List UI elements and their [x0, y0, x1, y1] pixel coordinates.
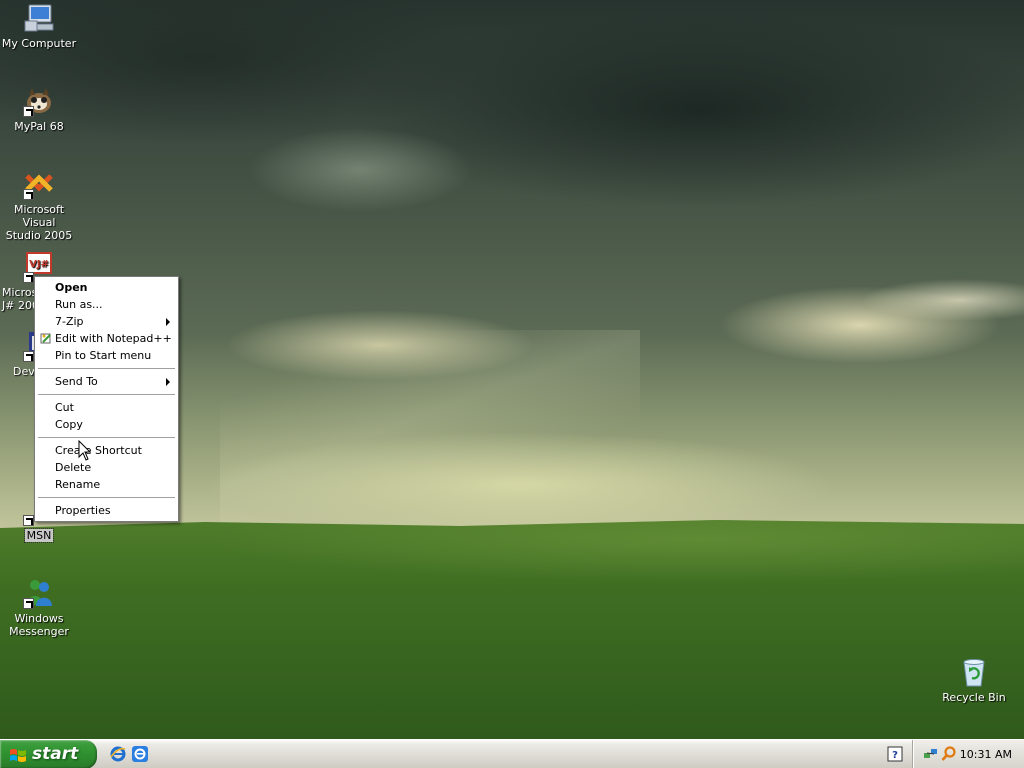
menu-separator: [38, 497, 175, 498]
desktop-icon-label-line1: Windows: [14, 612, 64, 625]
menu-item-pin-start[interactable]: Pin to Start menu: [37, 347, 176, 364]
menu-item-edit-notepadpp[interactable]: Edit with Notepad++: [37, 330, 176, 347]
mouse-cursor-icon: [78, 439, 92, 462]
menu-item-create-shortcut[interactable]: Create Shortcut: [37, 442, 176, 459]
mypal-icon: [23, 85, 55, 117]
windows-flag-icon: [9, 746, 27, 764]
menu-item-label: Send To: [55, 375, 98, 388]
desktop-icon-recycle-bin[interactable]: Recycle Bin: [934, 656, 1014, 704]
context-menu[interactable]: Open Run as... 7-Zip Edit with Notepad++…: [34, 276, 179, 522]
notepadpp-icon: [40, 332, 52, 344]
menu-item-label: Edit with Notepad++: [55, 332, 172, 345]
taskbar: start ? 10:31 AM: [0, 739, 1024, 768]
desktop-icon-label-line1: Microsoft Visual: [13, 203, 65, 229]
menu-separator: [38, 368, 175, 369]
desktop-icon-windows-messenger[interactable]: Windows Messenger: [0, 577, 79, 638]
system-tray: 10:31 AM: [912, 740, 1024, 768]
desktop[interactable]: My Computer MyPal 68 Microsoft Visual St…: [0, 0, 1024, 739]
desktop-icon-label: MSN: [23, 528, 55, 543]
windows-messenger-icon: [23, 577, 55, 609]
internet-explorer-icon[interactable]: [109, 745, 127, 763]
shortcut-arrow-icon: [23, 351, 34, 362]
my-computer-icon: [23, 2, 55, 34]
start-label: start: [32, 744, 79, 764]
svg-text:?: ?: [892, 750, 898, 761]
help-icon[interactable]: ?: [887, 746, 903, 762]
menu-item-send-to[interactable]: Send To: [37, 373, 176, 390]
desktop-icon-label: My Computer: [1, 37, 77, 50]
wallpaper-light-rays: [220, 330, 640, 530]
start-button[interactable]: start: [0, 740, 97, 768]
menu-item-cut[interactable]: Cut: [37, 399, 176, 416]
submenu-arrow-icon: [166, 318, 170, 326]
desktop-icon-label-line2: Studio 2005: [5, 229, 73, 242]
desktop-icon-label-line2: Messenger: [9, 625, 69, 638]
shortcut-arrow-icon: [23, 515, 34, 526]
desktop-icon-visual-studio[interactable]: Microsoft Visual Studio 2005: [0, 168, 79, 242]
desktop-icon-mypal[interactable]: MyPal 68: [0, 85, 79, 133]
menu-item-copy[interactable]: Copy: [37, 416, 176, 433]
shortcut-arrow-icon: [23, 106, 34, 117]
search-icon[interactable]: [941, 746, 957, 762]
menu-item-open[interactable]: Open: [37, 279, 176, 296]
network-icon[interactable]: [923, 746, 939, 762]
shortcut-arrow-icon: [23, 272, 34, 283]
shortcut-arrow-icon: [23, 598, 34, 609]
wallpaper-field: [0, 520, 1024, 739]
visual-studio-icon: [23, 168, 55, 200]
menu-item-rename[interactable]: Rename: [37, 476, 176, 493]
desktop-icon-label: MyPal 68: [14, 120, 64, 133]
menu-item-7zip[interactable]: 7-Zip: [37, 313, 176, 330]
submenu-arrow-icon: [166, 378, 170, 386]
svg-text:VJ#: VJ#: [29, 259, 49, 270]
recycle-bin-icon: [958, 656, 990, 688]
menu-separator: [38, 394, 175, 395]
menu-item-properties[interactable]: Properties: [37, 502, 176, 519]
clock[interactable]: 10:31 AM: [960, 740, 1012, 768]
menu-item-run-as[interactable]: Run as...: [37, 296, 176, 313]
menu-item-label: 7-Zip: [55, 315, 84, 328]
menu-separator: [38, 437, 175, 438]
desktop-icon-label: Recycle Bin: [942, 691, 1006, 704]
ie-blue-icon[interactable]: [131, 745, 149, 763]
desktop-icon-my-computer[interactable]: My Computer: [0, 2, 79, 50]
menu-item-delete[interactable]: Delete: [37, 459, 176, 476]
shortcut-arrow-icon: [23, 189, 34, 200]
